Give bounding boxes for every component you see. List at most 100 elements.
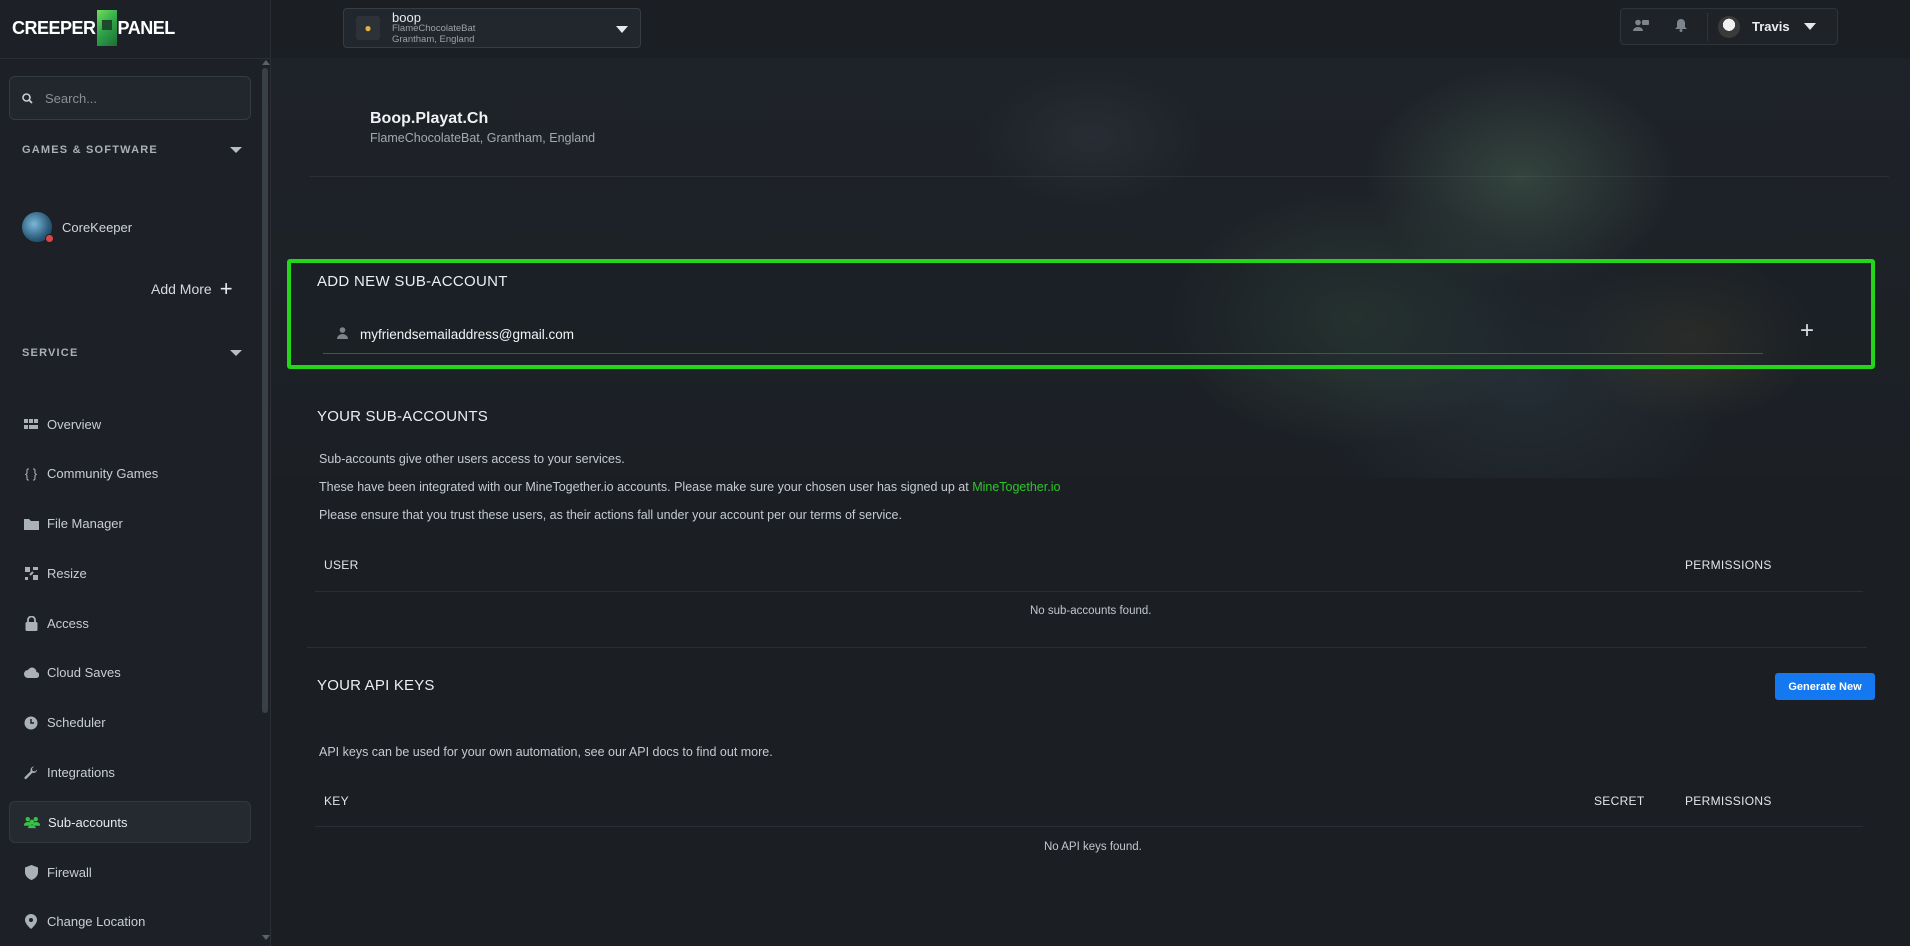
chevron-down-icon[interactable] xyxy=(230,350,242,356)
users-icon xyxy=(24,814,40,830)
table-divider xyxy=(315,826,1863,827)
add-sub-account-title: ADD NEW SUB-ACCOUNT xyxy=(317,273,508,290)
server-owner: FlameChocolateBat xyxy=(392,22,476,34)
server-location: Grantham, England xyxy=(392,33,475,45)
cloud-icon xyxy=(23,665,39,681)
sidebar-item-label: File Manager xyxy=(47,516,123,532)
sidebar-item-change-location[interactable]: Change Location xyxy=(9,901,251,943)
server-info: boop FlameChocolateBat Grantham, England xyxy=(392,9,476,45)
sub-accounts-info-3: Please ensure that you trust these users… xyxy=(319,508,902,522)
api-keys-description: API keys can be used for your own automa… xyxy=(319,745,773,759)
sub-account-email-field[interactable] xyxy=(323,315,1763,354)
column-header-key: KEY xyxy=(324,794,349,808)
game-item-corekeeper[interactable]: CoreKeeper xyxy=(22,212,132,243)
sidebar-item-overview[interactable]: Overview xyxy=(9,403,251,445)
sub-accounts-info-2: These have been integrated with our Mine… xyxy=(319,480,1060,494)
top-right-toolbar: Travis xyxy=(1620,8,1838,45)
sidebar-scrollbar[interactable] xyxy=(262,68,268,713)
grid-icon xyxy=(23,416,39,432)
sidebar: CREEPER PANEL GAMES & SOFTWARE CoreKeepe… xyxy=(0,0,271,946)
wrench-icon xyxy=(23,765,39,781)
sidebar-divider xyxy=(0,58,271,59)
toolbar-separator xyxy=(1707,12,1708,41)
server-game-icon: ● xyxy=(356,16,380,40)
creeper-block-icon xyxy=(96,10,117,46)
games-section-label: GAMES & SOFTWARE xyxy=(22,144,158,156)
sidebar-item-sub-accounts[interactable]: Sub-accounts xyxy=(9,801,251,844)
chevron-down-icon[interactable] xyxy=(1803,23,1816,30)
sidebar-item-label: Overview xyxy=(47,416,102,432)
column-header-permissions: PERMISSIONS xyxy=(1685,558,1772,572)
sidebar-item-label: Firewall xyxy=(47,864,92,880)
plus-icon: + xyxy=(219,276,233,301)
service-nav: Overview { } Community Games File Manage… xyxy=(9,403,251,946)
server-selector[interactable]: ● boop FlameChocolateBat Grantham, Engla… xyxy=(343,8,641,48)
search-icon xyxy=(22,92,33,104)
braces-icon: { } xyxy=(24,466,38,482)
main-content: Boop.Playat.Ch FlameChocolateBat, Granth… xyxy=(271,58,1910,946)
friends-icon[interactable] xyxy=(1621,19,1661,35)
sidebar-item-label: Sub-accounts xyxy=(48,814,128,830)
sidebar-item-firewall[interactable]: Firewall xyxy=(9,851,251,893)
folder-icon xyxy=(23,516,39,532)
sidebar-search[interactable] xyxy=(9,76,251,120)
page-title: Boop.Playat.Ch xyxy=(370,110,489,127)
section-divider xyxy=(307,647,1867,648)
add-more-button[interactable]: Add More + xyxy=(151,276,233,301)
add-more-label: Add More xyxy=(151,281,212,297)
offline-status-dot xyxy=(45,234,54,243)
chevron-down-icon[interactable] xyxy=(230,147,242,153)
api-keys-title: YOUR API KEYS xyxy=(317,677,435,694)
sub-accounts-info-1: Sub-accounts give other users access to … xyxy=(319,452,625,466)
user-icon xyxy=(337,326,348,342)
column-header-secret: SECRET xyxy=(1594,794,1645,808)
avatar[interactable] xyxy=(1718,15,1740,38)
game-avatar xyxy=(22,212,54,243)
logo-text-left: CREEPER xyxy=(12,17,96,38)
sidebar-item-label: Access xyxy=(47,615,89,631)
sub-accounts-info-2-text: These have been integrated with our Mine… xyxy=(319,480,973,494)
page-subtitle: FlameChocolateBat, Grantham, England xyxy=(370,131,596,145)
banner-divider xyxy=(309,176,1889,177)
column-header-user: USER xyxy=(324,558,359,572)
sidebar-item-label: Scheduler xyxy=(47,715,106,731)
scroll-up-arrow[interactable] xyxy=(262,60,270,65)
email-input[interactable] xyxy=(360,326,1660,342)
sidebar-item-label: Resize xyxy=(47,565,87,581)
clock-icon xyxy=(23,715,39,731)
sidebar-item-community-games[interactable]: { } Community Games xyxy=(9,453,251,495)
sidebar-item-integrations[interactable]: Integrations xyxy=(9,752,251,794)
api-keys-empty-message: No API keys found. xyxy=(1044,841,1142,853)
scroll-down-arrow[interactable] xyxy=(262,935,270,940)
sub-accounts-empty-message: No sub-accounts found. xyxy=(1030,605,1152,617)
games-section-header[interactable]: GAMES & SOFTWARE xyxy=(22,144,242,156)
sidebar-item-label: Change Location xyxy=(47,914,146,930)
sidebar-item-scheduler[interactable]: Scheduler xyxy=(9,702,251,744)
sub-accounts-title: YOUR SUB-ACCOUNTS xyxy=(317,408,488,425)
sidebar-item-label: Cloud Saves xyxy=(47,665,121,681)
shield-icon xyxy=(23,864,39,880)
column-header-permissions: PERMISSIONS xyxy=(1685,794,1772,808)
service-section-header[interactable]: SERVICE xyxy=(22,347,242,359)
lock-icon xyxy=(23,615,39,631)
add-sub-account-plus-icon[interactable]: + xyxy=(1800,319,1814,343)
sidebar-item-file-manager[interactable]: File Manager xyxy=(9,503,251,545)
table-divider xyxy=(315,591,1863,592)
creeperpanel-logo[interactable]: CREEPER PANEL xyxy=(12,8,175,48)
resize-icon xyxy=(23,565,39,581)
minetogether-link[interactable]: MineTogether.io xyxy=(972,480,1060,494)
service-section-label: SERVICE xyxy=(22,347,79,359)
sidebar-item-resize[interactable]: Resize xyxy=(9,552,251,594)
location-pin-icon xyxy=(23,914,39,930)
sidebar-item-cloud-saves[interactable]: Cloud Saves xyxy=(9,652,251,694)
logo-text-right: PANEL xyxy=(117,17,176,38)
server-name: boop xyxy=(392,9,421,25)
sidebar-item-label: Community Games xyxy=(47,466,159,482)
sidebar-item-label: Integrations xyxy=(47,765,115,781)
sidebar-item-access[interactable]: Access xyxy=(9,602,251,644)
bell-icon[interactable] xyxy=(1661,18,1701,35)
user-name[interactable]: Travis xyxy=(1752,19,1790,34)
search-input[interactable] xyxy=(45,90,225,106)
generate-new-button[interactable]: Generate New xyxy=(1775,673,1875,700)
chevron-down-icon[interactable] xyxy=(616,26,628,33)
